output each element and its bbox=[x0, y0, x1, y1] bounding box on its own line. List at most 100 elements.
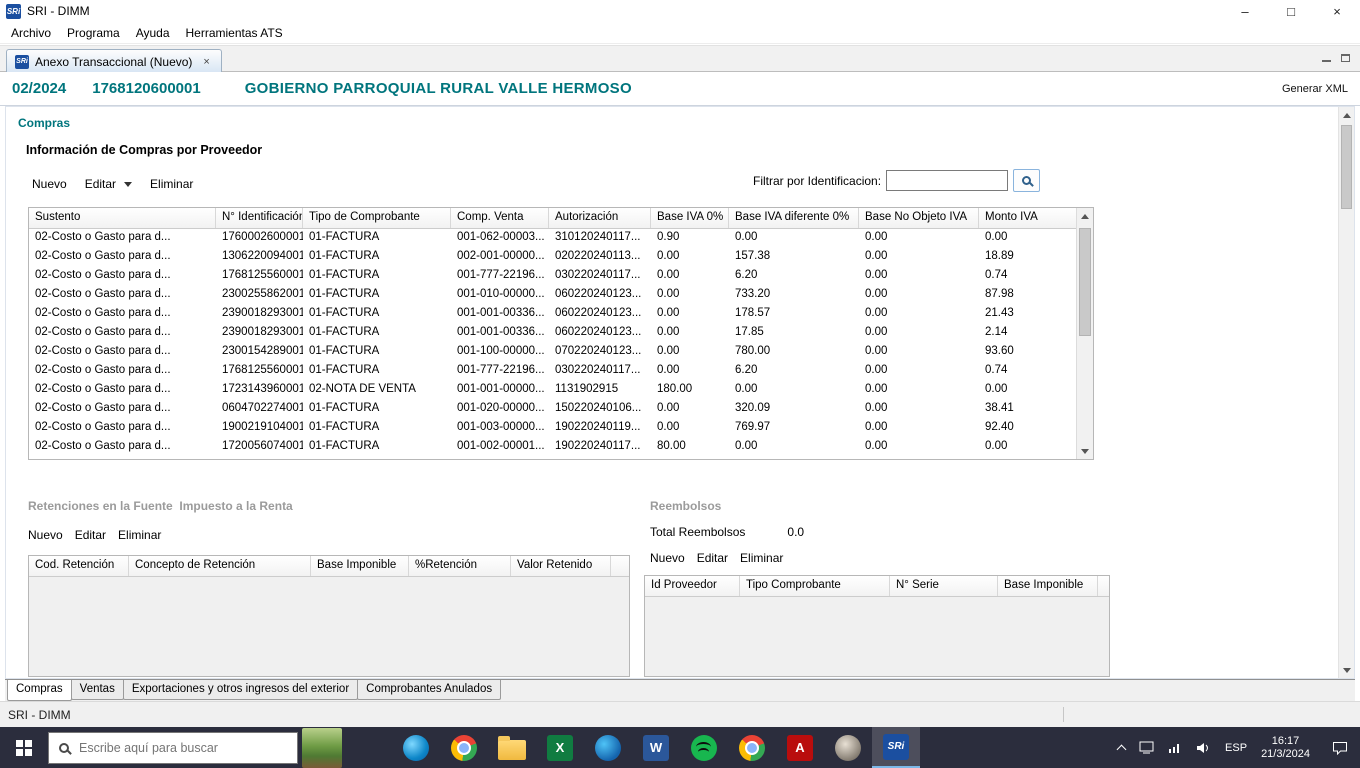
taskbar-clock[interactable]: 16:17 21/3/2024 bbox=[1261, 735, 1310, 761]
table-row[interactable]: 02-Costo o Gasto para d... 2390018293001 0… bbox=[29, 324, 1093, 343]
table-cell: 01-FACTURA bbox=[309, 402, 380, 414]
chrome-icon-2-button[interactable] bbox=[728, 727, 776, 768]
compras-table-scrollbar[interactable] bbox=[1076, 208, 1093, 459]
reembolsos-editar-button[interactable]: Editar bbox=[697, 551, 728, 565]
retenciones-editar-button[interactable]: Editar bbox=[75, 528, 106, 542]
table-row[interactable]: 02-Costo o Gasto para d... 2390018293001 0… bbox=[29, 305, 1093, 324]
close-button[interactable]: × bbox=[1314, 0, 1360, 22]
column-header-base-iva-0[interactable]: Base IVA 0% bbox=[651, 208, 729, 228]
column-header-base-imponible[interactable]: Base Imponible bbox=[998, 576, 1098, 596]
filter-input[interactable] bbox=[886, 170, 1009, 191]
column-header-tipo-de-comprobante[interactable]: Tipo de Comprobante bbox=[303, 208, 451, 228]
acrobat-icon-button[interactable]: A bbox=[776, 727, 824, 768]
column-header-autorizaci-n[interactable]: Autorización bbox=[549, 208, 651, 228]
table-cell: 001-002-00001... bbox=[457, 440, 545, 452]
photos-thumbnail-button[interactable] bbox=[298, 727, 346, 768]
minimize-button[interactable]: – bbox=[1222, 0, 1268, 22]
scroll-up-icon[interactable] bbox=[1077, 208, 1093, 224]
taskbar: X W A SRi ESP 16:17 21/3/2024 bbox=[0, 727, 1360, 768]
table-cell: 780.00 bbox=[735, 345, 771, 357]
menu-ayuda[interactable]: Ayuda bbox=[128, 24, 178, 42]
column-header-n-identificaci-n[interactable]: N° Identificación bbox=[216, 208, 303, 228]
volume-icon[interactable] bbox=[1196, 742, 1211, 754]
table-cell: 93.60 bbox=[985, 345, 1014, 357]
page-scroll-thumb[interactable] bbox=[1341, 125, 1352, 209]
table-cell: 0.74 bbox=[985, 364, 1008, 376]
column-header-valor-retenido[interactable]: Valor Retenido bbox=[511, 556, 611, 576]
menu-herramientas-ats[interactable]: Herramientas ATS bbox=[178, 24, 291, 42]
column-header-retenci-n[interactable]: %Retención bbox=[409, 556, 511, 576]
table-row[interactable]: 02-Costo o Gasto para d... 1760002600001 0… bbox=[29, 229, 1093, 248]
table-cell: 0.00 bbox=[985, 383, 1008, 395]
column-header-base-iva-diferente-0[interactable]: Base IVA diferente 0% bbox=[729, 208, 859, 228]
table-row[interactable]: 02-Costo o Gasto para d... 1723143960001 0… bbox=[29, 381, 1093, 400]
tab-comprobantes-anulados[interactable]: Comprobantes Anulados bbox=[357, 680, 502, 700]
editar-button[interactable]: Editar bbox=[85, 177, 133, 191]
reembolsos-eliminar-button[interactable]: Eliminar bbox=[740, 551, 783, 565]
cast-display-icon[interactable] bbox=[1139, 741, 1154, 754]
page-scroll-up-icon[interactable] bbox=[1339, 107, 1354, 123]
tray-expand-icon[interactable] bbox=[1116, 744, 1127, 755]
column-header-cod-retenci-n[interactable]: Cod. Retención bbox=[29, 556, 129, 576]
photos-thumbnail bbox=[302, 727, 342, 768]
reembolsos-table-body[interactable] bbox=[645, 597, 1109, 676]
retenciones-eliminar-button[interactable]: Eliminar bbox=[118, 528, 161, 542]
column-header-base-no-objeto-iva[interactable]: Base No Objeto IVA bbox=[859, 208, 979, 228]
taskbar-search[interactable] bbox=[48, 731, 298, 764]
column-header-base-imponible[interactable]: Base Imponible bbox=[311, 556, 409, 576]
table-row[interactable]: 02-Costo o Gasto para d... 0604702274001 0… bbox=[29, 400, 1093, 419]
nuevo-button[interactable]: Nuevo bbox=[32, 177, 67, 191]
reembolsos-nuevo-button[interactable]: Nuevo bbox=[650, 551, 685, 565]
chrome-icon-button[interactable] bbox=[440, 727, 488, 768]
search-button[interactable] bbox=[1013, 169, 1041, 192]
retenciones-nuevo-button[interactable]: Nuevo bbox=[28, 528, 63, 542]
edge-icon-button[interactable] bbox=[392, 727, 440, 768]
column-header-tipo-comprobante[interactable]: Tipo Comprobante bbox=[740, 576, 890, 596]
maximize-view-icon[interactable] bbox=[1341, 54, 1350, 62]
table-row[interactable]: 02-Costo o Gasto para d... 2300154289001 0… bbox=[29, 343, 1093, 362]
column-header-concepto-de-retenci-n[interactable]: Concepto de Retención bbox=[129, 556, 311, 576]
action-center-icon[interactable] bbox=[1332, 741, 1348, 755]
page-scroll-down-icon[interactable] bbox=[1339, 662, 1354, 678]
word-icon-button[interactable]: W bbox=[632, 727, 680, 768]
network-icon[interactable] bbox=[1168, 742, 1182, 754]
generar-xml-button[interactable]: Generar XML bbox=[1282, 83, 1348, 95]
spotify-icon-button[interactable] bbox=[680, 727, 728, 768]
minimize-view-icon[interactable] bbox=[1322, 54, 1331, 62]
scroll-thumb[interactable] bbox=[1079, 228, 1091, 336]
language-indicator[interactable]: ESP bbox=[1225, 742, 1247, 754]
gimp-icon-button[interactable] bbox=[824, 727, 872, 768]
column-header-comp-venta[interactable]: Comp. Venta bbox=[451, 208, 549, 228]
tab-exportaciones-y-otros-ingresos-del-exterior[interactable]: Exportaciones y otros ingresos del exter… bbox=[122, 680, 359, 700]
tab-compras[interactable]: Compras bbox=[7, 680, 72, 701]
table-row[interactable]: 02-Costo o Gasto para d... 1900219104001 0… bbox=[29, 419, 1093, 438]
eliminar-button[interactable]: Eliminar bbox=[150, 177, 193, 191]
column-header-n-serie[interactable]: N° Serie bbox=[890, 576, 998, 596]
table-cell: 060220240123... bbox=[555, 326, 642, 338]
edge-icon-2-button[interactable] bbox=[584, 727, 632, 768]
page-scrollbar[interactable] bbox=[1338, 107, 1354, 678]
maximize-button[interactable]: □ bbox=[1268, 0, 1314, 22]
table-cell: 92.40 bbox=[985, 421, 1014, 433]
scroll-down-icon[interactable] bbox=[1077, 443, 1093, 459]
compras-table-body: 02-Costo o Gasto para d... 1760002600001 0… bbox=[29, 229, 1093, 457]
table-row[interactable]: 02-Costo o Gasto para d... 1306220094001 0… bbox=[29, 248, 1093, 267]
table-row[interactable]: 02-Costo o Gasto para d... 1768125560001 0… bbox=[29, 362, 1093, 381]
column-header-sustento[interactable]: Sustento bbox=[29, 208, 216, 228]
column-header-monto-iva[interactable]: Monto IVA bbox=[979, 208, 1076, 228]
start-button[interactable] bbox=[0, 727, 48, 768]
tab-close-icon[interactable]: × bbox=[200, 55, 212, 69]
tab-anexo-transaccional[interactable]: SRi Anexo Transaccional (Nuevo) × bbox=[6, 49, 222, 73]
menu-programa[interactable]: Programa bbox=[59, 24, 128, 42]
retenciones-table-body[interactable] bbox=[29, 577, 629, 676]
taskbar-search-input[interactable] bbox=[77, 739, 267, 756]
table-row[interactable]: 02-Costo o Gasto para d... 1720056074001 0… bbox=[29, 438, 1093, 457]
file-explorer-icon-button[interactable] bbox=[488, 727, 536, 768]
column-header-id-proveedor[interactable]: Id Proveedor bbox=[645, 576, 740, 596]
table-row[interactable]: 02-Costo o Gasto para d... 2300255862001 0… bbox=[29, 286, 1093, 305]
menu-archivo[interactable]: Archivo bbox=[3, 24, 59, 42]
excel-icon-button[interactable]: X bbox=[536, 727, 584, 768]
sri-icon-button[interactable]: SRi bbox=[872, 727, 920, 768]
table-row[interactable]: 02-Costo o Gasto para d... 1768125560001 0… bbox=[29, 267, 1093, 286]
tab-ventas[interactable]: Ventas bbox=[70, 680, 124, 700]
